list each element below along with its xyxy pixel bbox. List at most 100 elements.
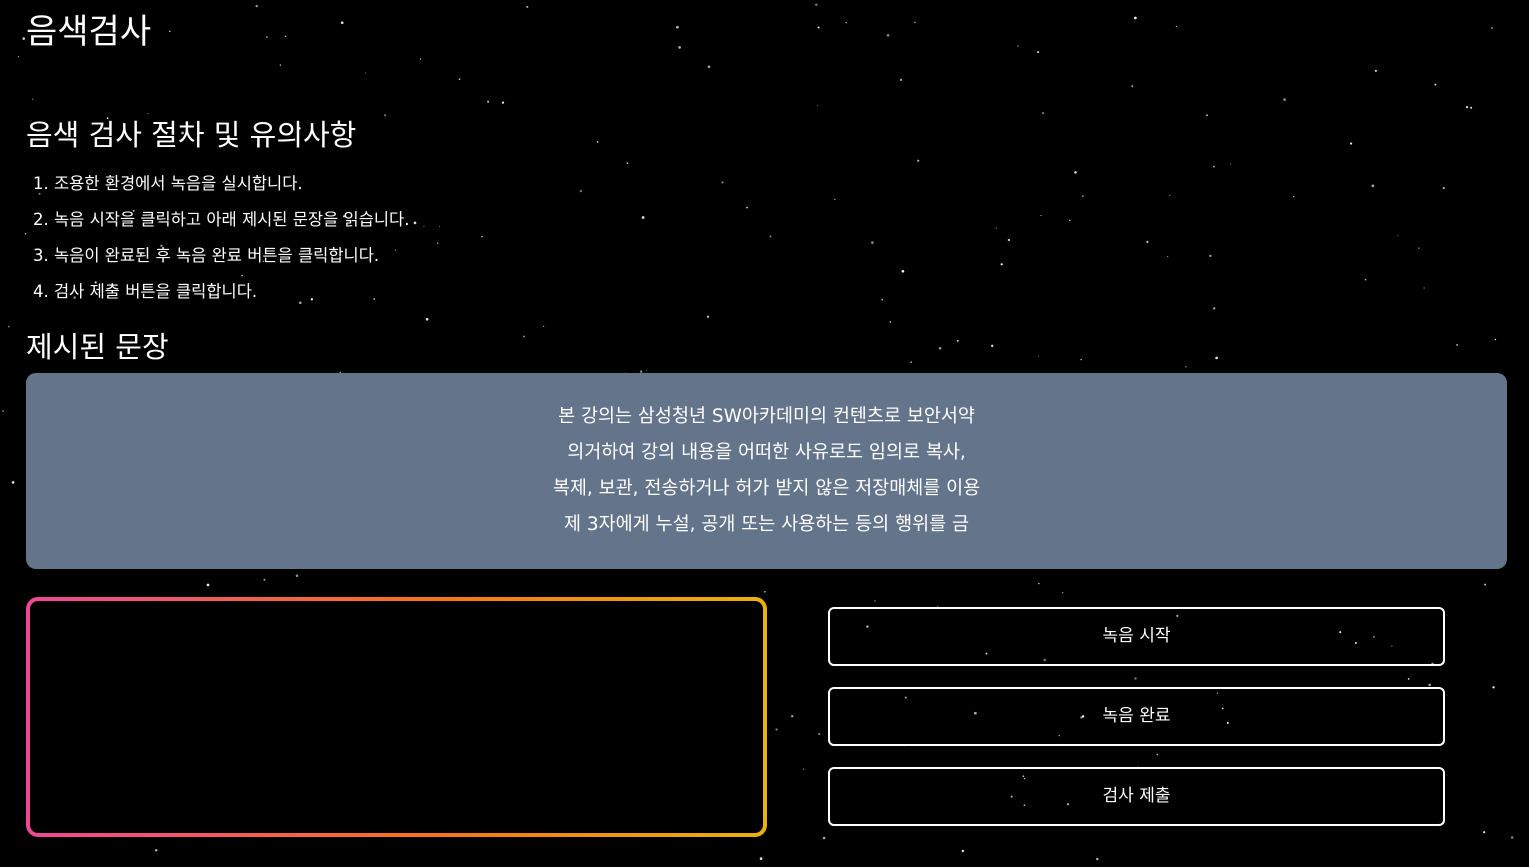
star [1061, 591, 1064, 594]
star [1037, 356, 1039, 358]
star [1134, 677, 1137, 680]
star [1007, 238, 1011, 242]
star [438, 225, 441, 227]
procedure-step: 4. 검사 제출 버튼을 클릭합니다. [33, 282, 258, 301]
star [763, 590, 766, 593]
star [24, 233, 27, 235]
star [436, 242, 439, 245]
star [626, 162, 629, 164]
procedure-heading: 음색 검사 절차 및 유의사항 [26, 118, 357, 152]
star [1185, 366, 1187, 368]
star [1510, 836, 1514, 839]
star [487, 100, 490, 103]
star [206, 583, 210, 587]
star [1465, 106, 1469, 109]
star [881, 298, 884, 301]
star [802, 768, 805, 770]
star [1494, 338, 1497, 341]
star [914, 21, 916, 24]
star [1492, 686, 1495, 689]
submit-test-button[interactable]: 검사 제출 [828, 767, 1445, 826]
star [871, 241, 874, 244]
star [1068, 219, 1071, 222]
star [1166, 255, 1169, 258]
star [364, 72, 366, 74]
sentence-line: 본 강의는 삼성청년 SW아카데미의 컨텐츠로 보안서약 [558, 406, 975, 427]
star [1364, 278, 1367, 281]
star [1146, 240, 1149, 243]
star [641, 216, 645, 219]
star [169, 30, 171, 32]
star [1096, 857, 1099, 861]
star [1491, 27, 1493, 29]
recording-visualizer [30, 601, 763, 833]
star [874, 600, 876, 602]
star [1213, 307, 1216, 310]
star [425, 317, 429, 321]
star [1134, 16, 1137, 20]
star [22, 37, 26, 40]
sentence-line: 의거하여 강의 내용을 어떠한 사유로도 임의로 복사, [567, 442, 966, 463]
star [279, 64, 282, 66]
star [11, 481, 15, 484]
star [1456, 343, 1458, 346]
star [1156, 753, 1159, 756]
star [1442, 187, 1445, 190]
star [481, 235, 483, 238]
star [1169, 194, 1171, 197]
star [501, 101, 505, 104]
star [938, 347, 942, 350]
star [542, 325, 545, 328]
star [1293, 195, 1295, 198]
star [721, 181, 724, 184]
star [255, 4, 258, 8]
stop-recording-button[interactable]: 녹음 완료 [828, 687, 1445, 746]
star [340, 21, 344, 25]
star [1175, 25, 1178, 28]
star [413, 221, 417, 225]
star [1428, 683, 1432, 687]
star [596, 141, 599, 143]
star [901, 269, 905, 273]
star [1131, 85, 1134, 88]
star [845, 21, 847, 24]
star [1082, 195, 1084, 197]
star [423, 225, 425, 227]
star [706, 315, 710, 318]
star [8, 325, 10, 328]
star [1212, 165, 1215, 168]
star [1483, 831, 1486, 834]
star [1230, 163, 1232, 165]
star [1074, 171, 1077, 174]
star [1017, 45, 1019, 47]
start-recording-button[interactable]: 녹음 시작 [828, 607, 1445, 666]
star [1484, 583, 1487, 586]
star [889, 321, 892, 323]
star [1000, 263, 1003, 266]
sentence-heading: 제시된 문장 [26, 330, 169, 364]
star [523, 335, 525, 338]
star [822, 836, 826, 840]
procedure-step: 3. 녹음이 완료된 후 녹음 완료 버튼을 클릭합니다. [33, 246, 380, 265]
page-title: 음색검사 [26, 12, 152, 52]
star [1397, 235, 1399, 237]
star [1080, 358, 1082, 361]
star [384, 114, 387, 117]
star [1371, 184, 1375, 188]
star [817, 26, 820, 29]
star [815, 3, 818, 6]
star [1037, 51, 1040, 54]
star [1434, 83, 1437, 86]
star [32, 98, 34, 100]
star [759, 857, 763, 860]
star [961, 849, 965, 853]
star [295, 574, 299, 577]
star [746, 206, 748, 209]
star [1407, 678, 1410, 680]
star [284, 35, 287, 38]
sentence-box: 본 강의는 삼성청년 SW아카데미의 컨텐츠로 보안서약 의거하여 강의 내용을… [26, 373, 1507, 569]
star [1209, 254, 1212, 258]
star [263, 578, 266, 581]
star [1470, 106, 1473, 109]
star [1418, 247, 1420, 249]
